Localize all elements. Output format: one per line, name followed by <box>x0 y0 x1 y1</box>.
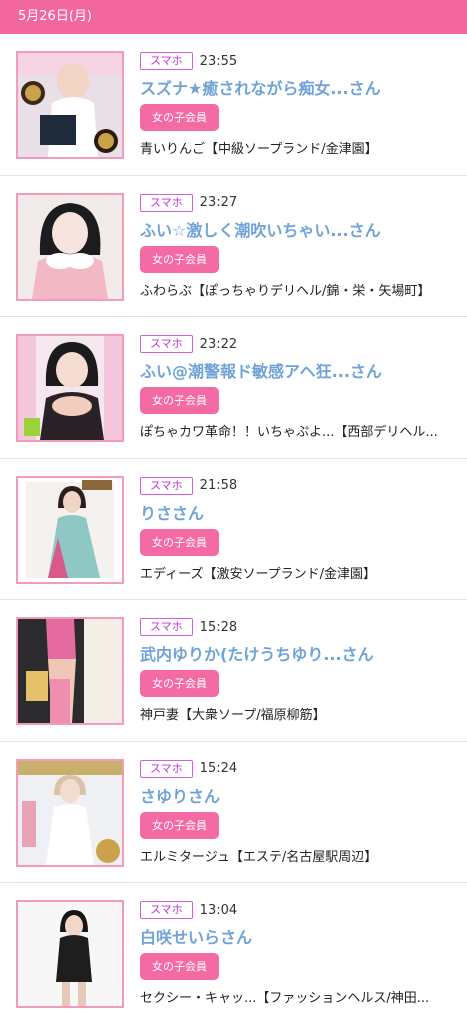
member-badge: 女の子会員 <box>140 387 219 414</box>
member-badge: 女の子会員 <box>140 670 219 697</box>
device-tag: スマホ <box>140 476 193 495</box>
list-item[interactable]: スマホ 13:04 白咲せいらさん 女の子会員 セクシー・キャッ...【ファッシ… <box>0 883 467 1024</box>
woman-photo-icon <box>18 194 122 299</box>
device-tag: スマホ <box>140 335 193 353</box>
meta-row: スマホ 21:58 <box>140 476 237 496</box>
shop-link[interactable]: ぽちゃカワ革命！！いちゃぷよ...【西部デリヘル... <box>140 421 461 440</box>
date-header: 5月26日(月) <box>0 0 467 34</box>
meta-row: スマホ 15:28 <box>140 617 237 637</box>
meta-row: スマホ 23:27 <box>140 193 237 213</box>
list-item[interactable]: スマホ 23:22 ふい@潮警報ド敏感アヘ狂...さん 女の子会員 ぽちゃカワ革… <box>0 317 467 459</box>
list-item[interactable]: スマホ 15:28 武内ゆりか(たけうちゆり...さん 女の子会員 神戸妻【大衆… <box>0 600 467 742</box>
device-tag: スマホ <box>140 901 193 919</box>
shop-link[interactable]: エルミタージュ【エステ/名古屋駅周辺】 <box>140 846 461 865</box>
post-time: 15:24 <box>199 761 238 776</box>
shop-link[interactable]: ふわらぶ【ぽっちゃりデリヘル/錦・栄・矢場町】 <box>140 280 461 299</box>
meta-row: スマホ 23:22 <box>140 334 237 354</box>
profile-thumbnail[interactable] <box>16 900 124 1008</box>
member-badge: 女の子会員 <box>140 528 219 556</box>
girl-name-link[interactable]: ふい☆激しく潮吹いちゃい...さん <box>140 217 459 241</box>
girl-name-link[interactable]: 武内ゆりか(たけうちゆり...さん <box>140 641 459 665</box>
device-tag: スマホ <box>140 759 193 778</box>
date-label: 5月26日(月) <box>18 9 92 24</box>
diary-list: スマホ 23:55 スズナ★癒されながら痴女...さん 女の子会員 青いりんご【… <box>0 34 467 1024</box>
woman-photo-icon <box>18 760 122 865</box>
girl-name-link[interactable]: 白咲せいらさん <box>140 924 459 948</box>
meta-row: スマホ 23:55 <box>140 51 237 71</box>
post-time: 23:22 <box>199 336 238 352</box>
woman-photo-icon <box>18 477 122 582</box>
post-time: 21:58 <box>199 478 238 493</box>
profile-thumbnail[interactable] <box>16 192 124 301</box>
profile-thumbnail[interactable] <box>16 758 124 867</box>
girl-name-link[interactable]: さゆりさん <box>140 783 459 807</box>
woman-photo-icon <box>18 336 122 440</box>
device-tag: スマホ <box>140 193 193 212</box>
member-badge: 女の子会員 <box>140 953 219 980</box>
device-tag: スマホ <box>140 618 193 636</box>
member-badge: 女の子会員 <box>140 811 219 839</box>
post-time: 15:28 <box>199 619 238 635</box>
shop-link[interactable]: セクシー・キャッ...【ファッションヘルス/神田... <box>140 987 461 1006</box>
shop-link[interactable]: 青いりんご【中級ソープランド/金津園】 <box>140 138 461 157</box>
list-item[interactable]: スマホ 23:27 ふい☆激しく潮吹いちゃい...さん 女の子会員 ふわらぶ【ぽ… <box>0 176 467 317</box>
woman-photo-icon <box>18 619 122 723</box>
meta-row: スマホ 13:04 <box>140 900 237 920</box>
woman-photo-icon <box>18 53 122 157</box>
girl-name-link[interactable]: スズナ★癒されながら痴女...さん <box>140 75 459 99</box>
member-badge: 女の子会員 <box>140 245 219 273</box>
profile-thumbnail[interactable] <box>16 475 124 584</box>
girl-name-link[interactable]: りささん <box>140 500 459 524</box>
shop-link[interactable]: 神戸妻【大衆ソープ/福原柳筋】 <box>140 704 461 723</box>
meta-row: スマホ 15:24 <box>140 759 237 779</box>
shop-link[interactable]: エディーズ【激安ソープランド/金津園】 <box>140 563 461 582</box>
device-tag: スマホ <box>140 52 193 70</box>
profile-thumbnail[interactable] <box>16 617 124 725</box>
profile-thumbnail[interactable] <box>16 334 124 442</box>
list-item[interactable]: スマホ 21:58 りささん 女の子会員 エディーズ【激安ソープランド/金津園】 <box>0 459 467 600</box>
woman-photo-icon <box>18 902 122 1006</box>
member-badge: 女の子会員 <box>140 104 219 131</box>
profile-thumbnail[interactable] <box>16 51 124 159</box>
list-item[interactable]: スマホ 15:24 さゆりさん 女の子会員 エルミタージュ【エステ/名古屋駅周辺… <box>0 742 467 883</box>
post-time: 13:04 <box>199 902 238 918</box>
post-time: 23:27 <box>199 195 238 210</box>
list-item[interactable]: スマホ 23:55 スズナ★癒されながら痴女...さん 女の子会員 青いりんご【… <box>0 34 467 176</box>
post-time: 23:55 <box>199 53 238 69</box>
girl-name-link[interactable]: ふい@潮警報ド敏感アヘ狂...さん <box>140 358 459 382</box>
